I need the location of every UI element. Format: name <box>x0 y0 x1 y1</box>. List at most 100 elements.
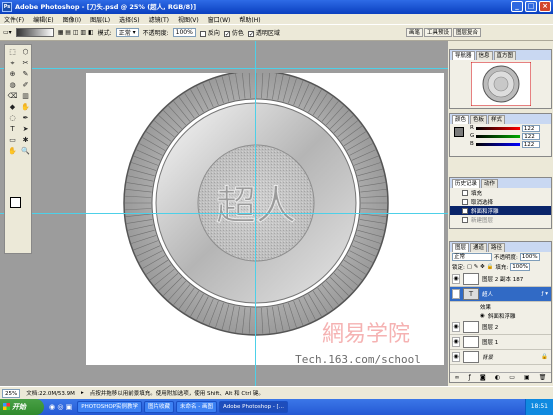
stamp-tool-icon[interactable]: ⌫ <box>7 92 18 101</box>
trash-icon[interactable]: 🗑 <box>539 374 547 381</box>
eye-icon[interactable]: ◉ <box>452 322 460 332</box>
menu-window[interactable]: 窗口(W) <box>208 15 231 24</box>
menu-edit[interactable]: 编辑(E) <box>33 15 53 24</box>
history-brush-tool-icon[interactable]: ▥ <box>20 92 31 101</box>
eraser-tool-icon[interactable]: ◆ <box>7 103 18 112</box>
link-icon[interactable]: ∞ <box>455 374 460 381</box>
transparency-checkbox[interactable]: 透明区域 <box>247 28 280 37</box>
layer-opacity-input[interactable]: 100% <box>519 253 540 261</box>
add-style-icon[interactable]: ƒ <box>469 374 471 381</box>
guide-horizontal[interactable] <box>0 68 448 69</box>
color-swatches[interactable] <box>10 197 28 215</box>
taskbar-item[interactable]: 未命名 - 画图 <box>176 401 218 413</box>
close-button[interactable]: × <box>539 1 551 12</box>
eye-icon[interactable]: ◉ <box>480 313 485 319</box>
mode-select[interactable]: 正常 ▾ <box>115 28 139 37</box>
slice-tool-icon[interactable]: ✎ <box>20 70 31 79</box>
shape-tool-icon[interactable]: ✱ <box>20 136 31 145</box>
notes-tool-icon[interactable]: ✋ <box>7 147 18 156</box>
layer-row[interactable]: ◉ 图层 2 副本 187 <box>450 272 551 287</box>
layer-row[interactable]: ◉ 图层 1 <box>450 335 551 350</box>
layer-effects-row[interactable]: 效果 <box>450 302 551 311</box>
blend-mode-select[interactable]: 正常 <box>452 253 492 261</box>
tab-actions[interactable]: 动作 <box>481 179 499 188</box>
foreground-color[interactable] <box>10 197 21 208</box>
menu-view[interactable]: 视图(V) <box>178 15 199 24</box>
tab-swatches[interactable]: 色板 <box>470 115 488 124</box>
lock-icons[interactable]: ▢ ✎ ✥ 🔒 <box>467 264 494 270</box>
lasso-tool-icon[interactable]: ⌖ <box>7 59 18 68</box>
color-fg-swatch[interactable] <box>454 127 464 137</box>
tab-styles[interactable]: 样式 <box>488 115 506 124</box>
tab-channels[interactable]: 通道 <box>470 243 488 252</box>
tab-histogram[interactable]: 直方图 <box>493 51 517 60</box>
blur-tool-icon[interactable]: ◌ <box>7 114 18 123</box>
menu-filter[interactable]: 滤镜(T) <box>149 15 169 24</box>
magic-wand-tool-icon[interactable]: ✂ <box>20 59 31 68</box>
taskbar-item[interactable]: PHOTOSHOP实例教学 <box>77 401 143 413</box>
eyedropper-tool-icon[interactable]: 🔍 <box>20 147 31 156</box>
menu-file[interactable]: 文件(F) <box>4 15 24 24</box>
gradient-tool-icon[interactable]: ✋ <box>20 103 31 112</box>
tab-color[interactable]: 颜色 <box>452 115 470 124</box>
opacity-input[interactable]: 100% <box>172 28 196 37</box>
gradient-tool-icon[interactable]: ▭▾ <box>3 29 12 36</box>
path-tool-icon[interactable]: T <box>7 125 18 134</box>
history-item[interactable]: 取消选择 <box>450 197 551 206</box>
pen-tool-icon[interactable]: ▭ <box>7 136 18 145</box>
gradient-type-icons[interactable]: ▦ ▤ ◫ ▥ ◧ <box>58 29 94 36</box>
layer-effect-bevel[interactable]: ◉ 斜面和浮雕 <box>450 311 551 320</box>
eye-icon[interactable]: ◉ <box>452 352 460 362</box>
add-mask-icon[interactable]: ◙ <box>480 374 486 381</box>
dither-checkbox[interactable]: 仿色 <box>223 28 244 37</box>
red-slider[interactable]: R 122 <box>450 124 551 132</box>
tab-navigator[interactable]: 导航器 <box>452 51 475 60</box>
layer-row-selected[interactable]: ◉ T 超人 ƒ ▾ <box>450 287 551 302</box>
quicklaunch-icons[interactable]: ◉ ◎ ▣ <box>46 403 75 411</box>
reverse-checkbox[interactable]: 反向 <box>199 28 220 37</box>
eye-icon[interactable]: ◉ <box>452 289 460 299</box>
status-arrow-icon[interactable]: ▸ <box>81 390 84 396</box>
minimize-button[interactable]: _ <box>511 1 523 12</box>
dock-tab-tool-presets[interactable]: 工具预设 <box>424 28 453 37</box>
dock-tab-brushes[interactable]: 画笔 <box>406 28 424 37</box>
new-layer-icon[interactable]: ▣ <box>524 374 530 381</box>
taskbar-item[interactable]: 图片收藏 <box>144 401 175 413</box>
history-item[interactable]: 新建图层 <box>450 215 551 224</box>
tab-history[interactable]: 历史记录 <box>452 179 481 188</box>
crop-tool-icon[interactable]: ⊕ <box>7 70 18 79</box>
dock-tab-layer-comps[interactable]: 图层复合 <box>453 28 482 37</box>
blue-slider[interactable]: B 122 <box>450 140 551 148</box>
eye-icon[interactable]: ◉ <box>452 337 460 347</box>
move-tool-icon[interactable]: ⬡ <box>20 48 31 57</box>
healing-tool-icon[interactable]: ◍ <box>7 81 18 90</box>
tab-paths[interactable]: 路径 <box>488 243 506 252</box>
zoom-field[interactable]: 25% <box>2 388 21 398</box>
history-item-selected[interactable]: 斜面和浮雕 <box>450 206 551 215</box>
history-item[interactable]: 填充 <box>450 188 551 197</box>
gradient-picker[interactable] <box>15 28 54 37</box>
taskbar-item-active[interactable]: Adobe Photoshop - [... <box>219 401 288 413</box>
start-button[interactable]: 开始 <box>0 399 44 415</box>
brush-tool-icon[interactable]: ✐ <box>20 81 31 90</box>
menu-select[interactable]: 选择(S) <box>119 15 140 24</box>
layer-row[interactable]: ◉ 图层 2 <box>450 320 551 335</box>
menu-image[interactable]: 图像(I) <box>63 15 81 24</box>
tab-info[interactable]: 信息 <box>475 51 493 60</box>
type-tool-icon[interactable]: ➤ <box>20 125 31 134</box>
fx-icon[interactable]: ƒ ▾ <box>542 291 551 297</box>
dodge-tool-icon[interactable]: ✒ <box>20 114 31 123</box>
navigator-preview[interactable] <box>450 60 551 108</box>
marquee-tool-icon[interactable]: ⬚ <box>7 48 18 57</box>
guide-horizontal[interactable] <box>0 213 448 214</box>
green-slider[interactable]: G 122 <box>450 132 551 140</box>
fill-input[interactable]: 100% <box>510 263 530 271</box>
system-tray-clock[interactable]: 18:51 <box>524 399 553 415</box>
tab-layers[interactable]: 图层 <box>452 243 470 252</box>
guide-vertical[interactable] <box>255 41 256 386</box>
document-canvas[interactable]: 超人 網易学院 Tech.163.com/school <box>86 70 444 366</box>
menu-layer[interactable]: 图层(L) <box>90 15 110 24</box>
layer-row[interactable]: ◉ 背景 🔒 <box>450 350 551 365</box>
menu-help[interactable]: 帮助(H) <box>239 15 260 24</box>
doc-size[interactable]: 文档:22.0M/53.9M <box>26 389 75 397</box>
